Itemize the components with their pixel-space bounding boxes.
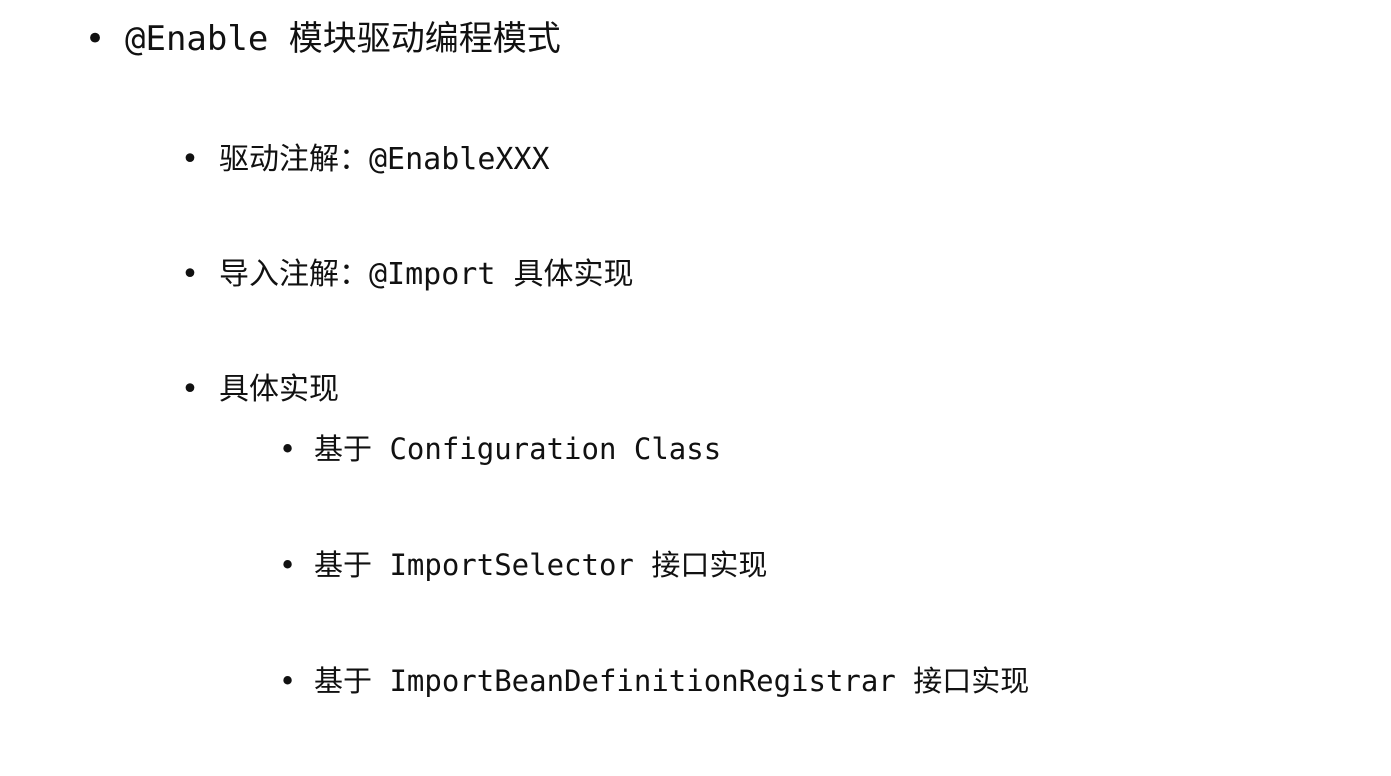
bullet-icon: • xyxy=(181,142,199,177)
bullet-icon: • xyxy=(279,548,297,582)
list-item-level3: • 基于 ImportBeanDefinitionRegistrar 接口实现 xyxy=(279,667,1029,696)
list-item-level3: • 基于 ImportSelector 接口实现 xyxy=(279,551,767,580)
bullet-icon: • xyxy=(279,432,297,466)
list-item-level1: • @Enable 模块驱动编程模式 xyxy=(85,22,561,56)
list-item-level2: • 驱动注解：@EnableXXX xyxy=(181,142,550,177)
list-item-level2: • 具体实现 xyxy=(181,375,339,405)
list-item-text: 具体实现 xyxy=(219,372,339,407)
bullet-icon: • xyxy=(181,372,199,407)
list-item-text: @Enable 模块驱动编程模式 xyxy=(125,19,561,59)
list-item-text: 驱动注解：@EnableXXX xyxy=(219,142,550,177)
bullet-icon: • xyxy=(85,19,106,59)
bullet-icon: • xyxy=(181,257,199,292)
bullet-icon: • xyxy=(279,664,297,698)
list-item-text: 基于 ImportBeanDefinitionRegistrar 接口实现 xyxy=(314,664,1030,698)
list-item-level2: • 导入注解：@Import 具体实现 xyxy=(181,257,634,292)
list-item-text: 基于 Configuration Class xyxy=(314,432,722,466)
list-item-level3: • 基于 Configuration Class xyxy=(279,435,721,464)
list-item-text: 基于 ImportSelector 接口实现 xyxy=(314,548,768,582)
list-item-text: 导入注解：@Import 具体实现 xyxy=(219,257,634,292)
